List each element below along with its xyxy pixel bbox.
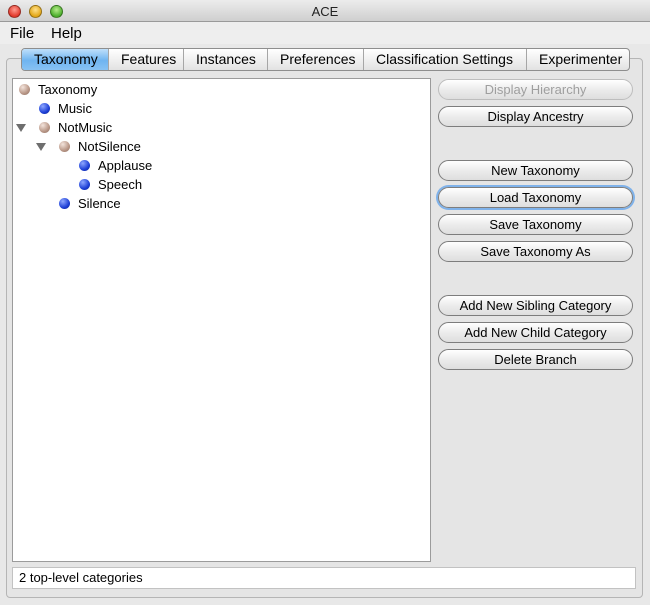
leaf-node-icon — [79, 179, 90, 190]
menu-bar: File Help — [0, 22, 650, 44]
delete-branch-button[interactable]: Delete Branch — [438, 349, 633, 370]
tree-node-label: Applause — [98, 158, 153, 173]
tab-instances[interactable]: Instances — [184, 49, 268, 70]
tree-node-label: NotSilence — [78, 139, 141, 154]
display-ancestry-button[interactable]: Display Ancestry — [438, 106, 633, 127]
title-bar: ACE — [0, 0, 650, 22]
leaf-node-icon — [59, 198, 70, 209]
menu-help[interactable]: Help — [51, 25, 82, 42]
save-taxonomy-button[interactable]: Save Taxonomy — [438, 214, 633, 235]
menu-file[interactable]: File — [10, 25, 34, 42]
expand-triangle-icon[interactable] — [36, 143, 46, 151]
tab-experimenter[interactable]: Experimenter — [527, 49, 629, 70]
add-sibling-category-button[interactable]: Add New Sibling Category — [438, 295, 633, 316]
category-node-icon — [59, 141, 70, 152]
tab-preferences[interactable]: Preferences — [268, 49, 364, 70]
add-child-category-button[interactable]: Add New Child Category — [438, 322, 633, 343]
tree-node-label: Silence — [78, 196, 121, 211]
tree-node-label: Speech — [98, 177, 143, 192]
new-taxonomy-button[interactable]: New Taxonomy — [438, 160, 633, 181]
leaf-node-icon — [79, 160, 90, 171]
category-node-icon — [39, 122, 50, 133]
expand-triangle-icon[interactable] — [16, 124, 26, 132]
tab-features[interactable]: Features — [109, 49, 184, 70]
tab-taxonomy[interactable]: Taxonomy — [22, 49, 109, 70]
load-taxonomy-button[interactable]: Load Taxonomy — [438, 187, 633, 208]
tab-bar: Taxonomy Features Instances Preferences … — [21, 48, 630, 71]
leaf-node-icon — [39, 103, 50, 114]
tab-classification-settings[interactable]: Classification Settings — [364, 49, 527, 70]
status-bar: 2 top-level categories — [12, 567, 636, 589]
tree-node-label: NotMusic — [58, 120, 113, 135]
tree-node-label: Music — [58, 101, 92, 116]
window-title: ACE — [311, 4, 339, 19]
save-taxonomy-as-button[interactable]: Save Taxonomy As — [438, 241, 633, 262]
category-node-icon — [19, 84, 30, 95]
tree-node-label: Taxonomy — [38, 82, 98, 97]
display-hierarchy-button[interactable]: Display Hierarchy — [438, 79, 633, 100]
taxonomy-tree[interactable]: Taxonomy Music NotMusic NotSilence Appla… — [12, 78, 431, 562]
